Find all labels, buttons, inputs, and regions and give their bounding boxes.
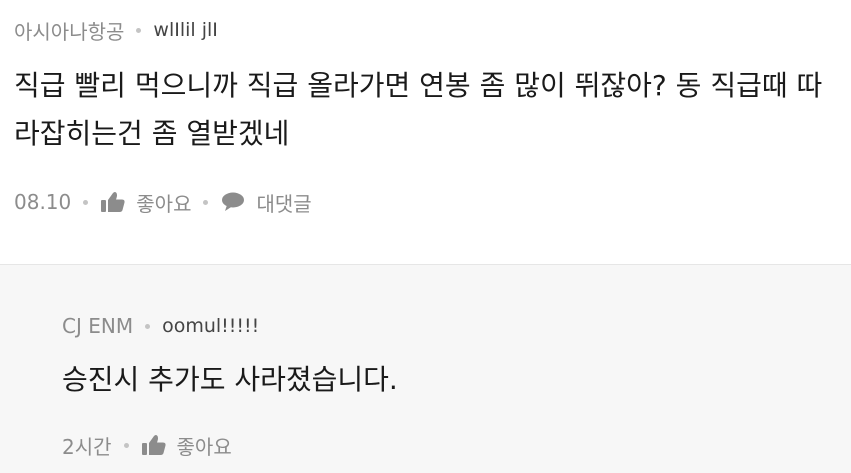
reply-time: 2시간: [62, 434, 112, 459]
comment-company: 아시아나항공: [14, 19, 125, 44]
separator-dot: [145, 323, 151, 329]
separator-dot: [136, 27, 142, 33]
reply-text: 승진시 추가도 사라졌습니다.: [62, 363, 398, 396]
reply-nickname[interactable]: oomul!!!!!: [162, 315, 259, 337]
like-button[interactable]: 좋아요: [141, 431, 232, 460]
separator-dot: [123, 442, 129, 448]
reply-label: 대댓글: [256, 191, 312, 216]
separator-dot: [83, 199, 89, 205]
reply-button[interactable]: 대댓글: [220, 188, 312, 217]
reply-actions: 2시간 좋아요: [62, 429, 232, 461]
separator-dot: [203, 199, 209, 205]
comment-text: 직급 빨리 먹으니까 직급 올라가면 연봉 좀 많이 뛰잖아? 동 직급때 따라…: [14, 69, 823, 150]
reply-company: CJ ENM: [62, 314, 134, 338]
comment: 아시아나항공 wlIlil jlI 직급 빨리 먹으니까 직급 올라가면 연봉 …: [0, 0, 851, 264]
comment-nickname[interactable]: wlIlil jlI: [153, 19, 217, 41]
comment-actions: 08.10 좋아요 대댓글: [14, 186, 312, 218]
speech-bubble-icon: [220, 191, 246, 213]
like-button[interactable]: 좋아요: [100, 188, 191, 217]
like-label: 좋아요: [136, 191, 192, 216]
reply-meta: CJ ENM oomul!!!!!: [62, 311, 259, 341]
thumbs-up-icon: [100, 191, 126, 213]
comment-meta: 아시아나항공 wlIlil jlI: [14, 14, 218, 46]
comment-date: 08.10: [14, 190, 72, 214]
comment-thread: 아시아나항공 wlIlil jlI 직급 빨리 먹으니까 직급 올라가면 연봉 …: [0, 0, 851, 473]
thumbs-up-icon: [141, 434, 167, 456]
reply: CJ ENM oomul!!!!! 승진시 추가도 사라졌습니다. 2시간 좋아…: [0, 265, 851, 473]
like-label: 좋아요: [176, 434, 232, 459]
